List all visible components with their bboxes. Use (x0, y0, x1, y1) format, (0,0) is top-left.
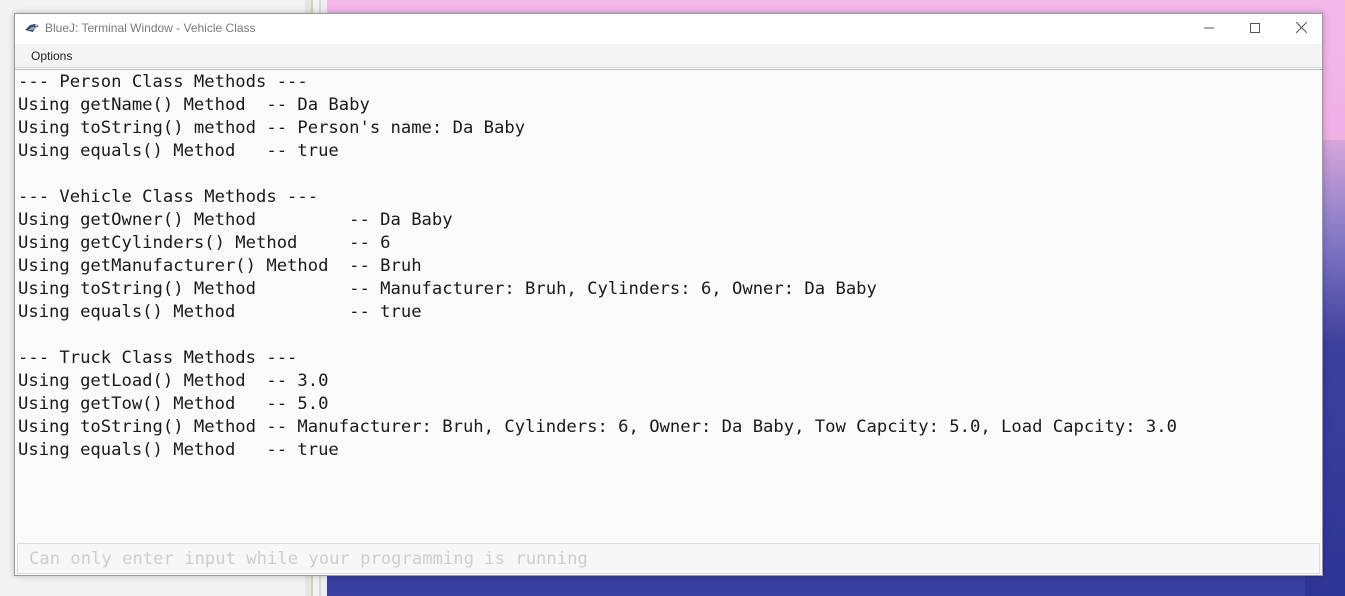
output-line: Using equals() Method -- true (18, 440, 339, 460)
desktop: BlueJ: Terminal Window - Vehicle Class O… (0, 0, 1345, 596)
output-line: Using equals() Method -- true (18, 141, 339, 161)
output-line: --- Person Class Methods --- (18, 72, 308, 92)
bluej-bird-icon (24, 21, 40, 37)
window-title: BlueJ: Terminal Window - Vehicle Class (45, 21, 256, 35)
terminal-window: BlueJ: Terminal Window - Vehicle Class O… (14, 13, 1323, 576)
close-icon (1295, 20, 1307, 38)
menu-bar: Options (15, 44, 1322, 68)
output-line: --- Vehicle Class Methods --- (18, 187, 319, 207)
input-bar (17, 543, 1320, 574)
output-line: Using toString() Method -- Manufacturer:… (18, 417, 1177, 437)
minimize-icon (1204, 20, 1214, 38)
output-line: Using getManufacturer() Method -- Bruh (18, 256, 422, 276)
terminal-output[interactable]: --- Person Class Methods --- Using getNa… (15, 69, 1322, 541)
minimize-button[interactable] (1186, 14, 1232, 44)
close-button[interactable] (1278, 14, 1324, 44)
title-bar[interactable]: BlueJ: Terminal Window - Vehicle Class (15, 14, 1322, 44)
terminal-input-field[interactable] (18, 544, 1319, 573)
output-line: Using toString() Method -- Manufacturer:… (18, 279, 877, 299)
menu-options[interactable]: Options (31, 49, 72, 63)
output-line: Using toString() method -- Person's name… (18, 118, 526, 138)
maximize-icon (1250, 20, 1260, 38)
output-line: --- Truck Class Methods --- (18, 348, 298, 368)
output-line: Using getCylinders() Method -- 6 (18, 233, 391, 253)
output-line: Using equals() Method -- true (18, 302, 422, 322)
output-line: Using getName() Method -- Da Baby (18, 95, 370, 115)
maximize-button[interactable] (1232, 14, 1278, 44)
output-line: Using getOwner() Method -- Da Baby (18, 210, 453, 230)
output-line: Using getTow() Method -- 5.0 (18, 394, 329, 414)
output-line: Using getLoad() Method -- 3.0 (18, 371, 329, 391)
